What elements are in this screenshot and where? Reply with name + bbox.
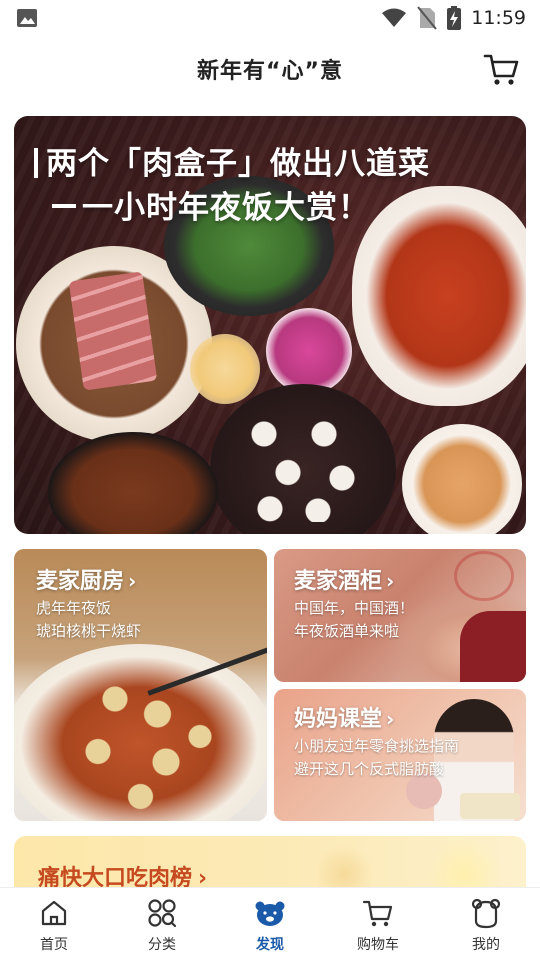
meat-slices [68,271,158,391]
cart-icon [362,900,393,927]
hero-title-line1: 两个「肉盒子」做出八道菜 [46,146,430,182]
home-icon [41,900,67,926]
hero-title: 两个「肉盒子」做出八道菜 一小时年夜饭大赏！ [34,142,430,230]
wifi-icon [382,8,407,27]
category-icon [148,899,177,928]
card-mom-class[interactable]: 妈妈课堂 › 小朋友过年零食挑选指南 避开这几个反式脂肪酸 [274,689,526,821]
tab-home-label: 首页 [40,937,68,953]
snack-pack [460,793,520,819]
title-bar-mark [34,148,38,178]
tab-cart-label: 购物车 [357,937,399,953]
soup-bowl [402,424,522,534]
bottom-tab-bar: 首页 分类 发现 购物车 我的 [0,887,540,960]
hero-title-line2: 一小时年夜饭大赏！ [82,190,370,226]
status-bar: 11:59 [0,0,540,36]
card-mom-title: 妈妈课堂 › [294,707,395,732]
page-title: 新年有“心”意 [197,59,343,84]
card-mom-sub: 小朋友过年零食挑选指南 避开这几个反式脂肪酸 [294,737,460,778]
card-wine-sub: 中国年，中国酒！ 年夜饭酒单来啦 [294,599,415,640]
card-kitchen[interactable]: 麦家厨房 › 虎年年夜饭 琥珀核桃干烧虾 [14,549,267,821]
card-kitchen-title: 麦家厨房 › [36,569,137,594]
card-wine[interactable]: 麦家酒柜 › 中国年，中国酒！ 年夜饭酒单来啦 [274,549,526,682]
chevron-right-icon: › [386,569,395,593]
tab-cart[interactable]: 购物车 [324,888,432,960]
flower-drink [266,308,352,394]
battery-charging-icon [447,6,462,30]
tab-discover-label: 发现 [256,937,284,953]
image-icon [17,9,37,27]
title-dash-mark [52,204,76,208]
bear-icon [255,901,285,926]
chevron-right-icon: › [386,707,395,731]
profile-icon [471,898,501,929]
shopping-cart-icon[interactable] [482,50,520,88]
card-wine-title: 麦家酒柜 › [294,569,395,594]
no-sim-icon [417,6,438,30]
tab-profile-label: 我的 [472,937,500,953]
paper-cut-deco [454,551,514,601]
top-header: 新年有“心”意 [0,36,540,102]
citrus-drink [190,334,260,404]
tab-category-label: 分类 [148,937,176,953]
chevron-right-icon: › [128,569,137,593]
tab-category[interactable]: 分类 [108,888,216,960]
tab-profile[interactable]: 我的 [432,888,540,960]
tab-home[interactable]: 首页 [0,888,108,960]
status-time: 11:59 [471,7,526,29]
tab-discover[interactable]: 发现 [216,888,324,960]
card-kitchen-sub: 虎年年夜饭 琥珀核桃干烧虾 [36,599,142,640]
red-sleeve [460,611,526,682]
hero-banner[interactable]: 两个「肉盒子」做出八道菜 一小时年夜饭大赏！ [14,116,526,534]
dumplings [240,412,360,522]
